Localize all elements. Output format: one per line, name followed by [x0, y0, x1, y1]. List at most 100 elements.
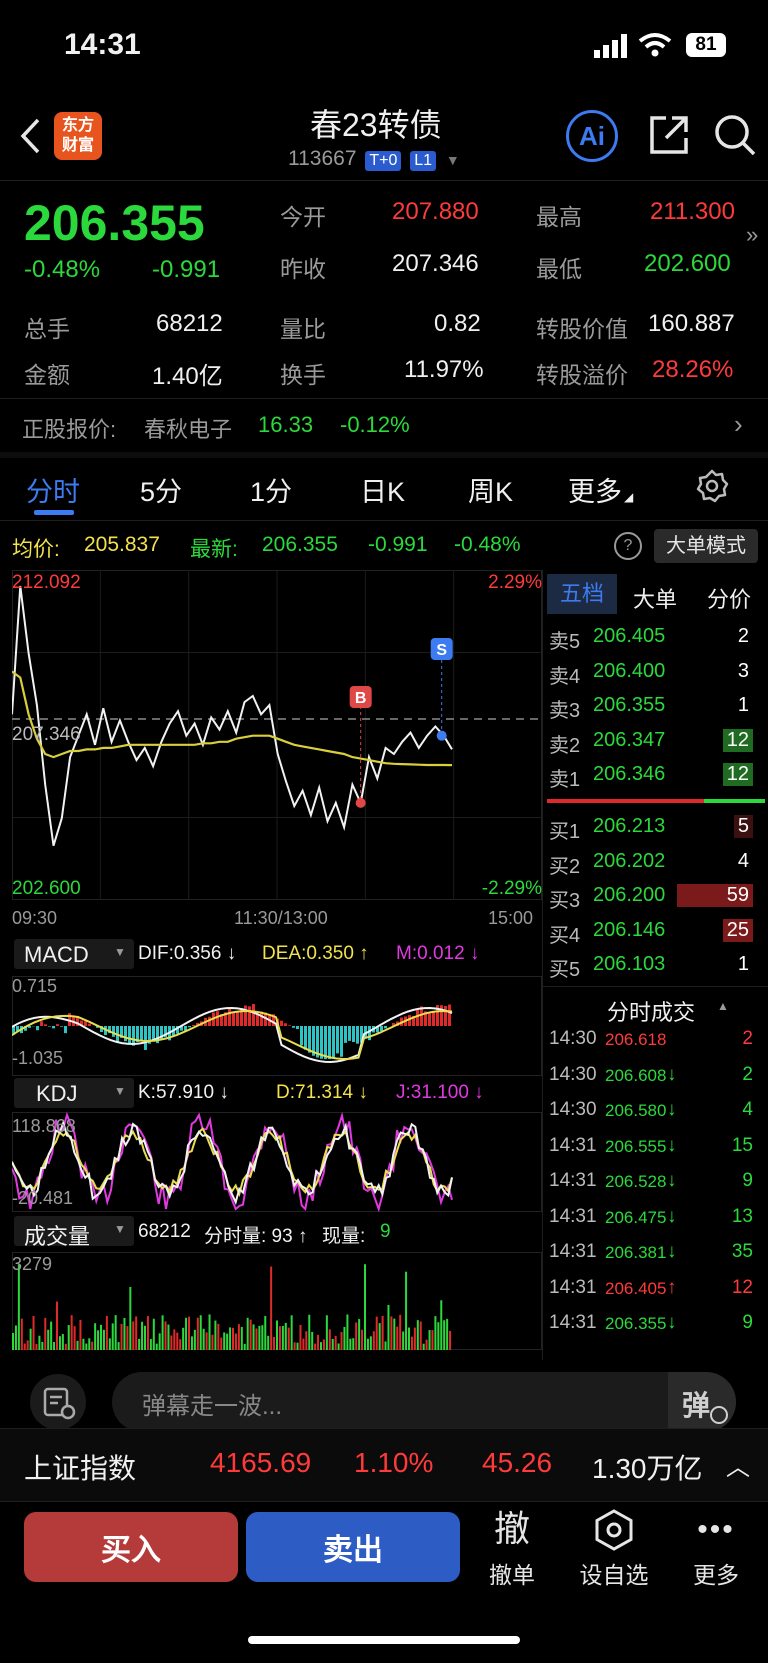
sell-level-row[interactable]: 卖3 206.355 1 [543, 689, 759, 723]
kdj-top: 118.868 [12, 1116, 76, 1136]
orderbook-tab-big[interactable]: 大单 [633, 582, 677, 614]
volume-bar [67, 1325, 70, 1350]
danmu-placeholder: 弹幕走一波... [142, 1393, 283, 1420]
tick-price: 206.618 [605, 1030, 667, 1049]
tab-weekly[interactable]: 周K [468, 470, 513, 509]
macd-bar [344, 1026, 347, 1043]
tick-price: 206.475 [605, 1207, 667, 1227]
danmu-input[interactable]: 弹幕走一波... 弹 [112, 1372, 736, 1432]
share-icon[interactable] [648, 114, 690, 156]
sell-level-row[interactable]: 卖1 206.346 12 [543, 758, 759, 792]
volume-bar [270, 1266, 273, 1350]
volume-bar [208, 1314, 211, 1350]
orderbook-tab-five[interactable]: 五档 [547, 574, 617, 614]
volume-bar [413, 1327, 416, 1350]
volume-bar [82, 1338, 85, 1350]
volume-bar [381, 1315, 384, 1350]
macd-bar [60, 1026, 63, 1027]
index-value: 4165.69 [210, 1447, 312, 1478]
level-label: 卖3 [549, 700, 581, 722]
intraday-chart[interactable]: BS 212.092 207.346 202.600 2.29% -2.29% [12, 570, 542, 900]
conversion-value-label: 转股价值 [536, 316, 628, 342]
orderbook-tab-price[interactable]: 分价 [707, 582, 751, 614]
volume-bar [408, 1327, 410, 1350]
sell-level-row[interactable]: 卖5 206.405 2 [543, 620, 759, 654]
macd-bar [448, 1004, 451, 1026]
level-label: 买1 [549, 821, 581, 843]
buy-level-row[interactable]: 买2 206.202 4 [543, 845, 759, 879]
settings-icon[interactable] [694, 468, 730, 504]
volume-bar [375, 1316, 378, 1350]
kdj-name: KDJ [36, 1081, 78, 1106]
danmu-toggle-button[interactable]: 弹 [668, 1372, 736, 1432]
tick-arrow: ↓ [667, 1134, 677, 1156]
tab-intraday[interactable]: 分时 [26, 470, 80, 509]
ticks-header[interactable]: 分时成交 ▲ [543, 986, 768, 1027]
volume-bar [387, 1304, 390, 1350]
back-icon[interactable] [18, 116, 42, 156]
t0-badge: T+0 [365, 151, 402, 171]
macd-bar [304, 1026, 307, 1050]
volume-bar [431, 1330, 434, 1350]
macd-dif: DIF:0.356 ↓ [138, 943, 237, 964]
volume-selector[interactable]: 成交量 ▼ [14, 1216, 134, 1249]
expand-quote-icon[interactable]: » [746, 222, 758, 248]
volume-bar [132, 1321, 135, 1350]
tick-row: 14:31 206.355 ↓ 9 [543, 1306, 759, 1342]
macd-bar [236, 1012, 239, 1026]
volume-bar [443, 1320, 446, 1350]
add-watchlist-button[interactable]: 设自选 [568, 1508, 660, 1590]
sell-level-row[interactable]: 卖2 206.347 12 [543, 724, 759, 758]
buy-level-row[interactable]: 买1 206.213 5 [543, 810, 759, 844]
search-icon[interactable] [712, 112, 758, 158]
buy-level-row[interactable]: 买4 206.146 25 [543, 914, 759, 948]
kdj-j: J:31.100 ↓ [396, 1082, 484, 1103]
sell-button[interactable]: 卖出 [246, 1512, 460, 1582]
open-label: 今开 [280, 204, 326, 230]
tab-more[interactable]: 更多 ◢ [568, 470, 633, 509]
macd-bar [440, 1005, 443, 1026]
buy-level-row[interactable]: 买3 206.200 59 [543, 879, 759, 913]
index-bar[interactable]: 上证指数 4165.69 1.10% 45.26 1.30万亿 ︿ [0, 1428, 768, 1502]
buy-level-row[interactable]: 买5 206.103 1 [543, 948, 759, 982]
volume-bar [176, 1332, 179, 1350]
low-value: 202.600 [644, 250, 731, 277]
macd-selector[interactable]: MACD ▼ [14, 939, 134, 969]
sell-level-row[interactable]: 卖4 206.400 3 [543, 655, 759, 689]
volume-bar [196, 1317, 199, 1350]
cancel-order-button[interactable]: 撤 撤单 [476, 1508, 548, 1590]
volume-bar [434, 1316, 437, 1350]
tab-more-label: 更多 [568, 477, 622, 507]
ai-button[interactable]: Ai [566, 110, 618, 162]
buy-button[interactable]: 买入 [24, 1512, 238, 1582]
tab-daily[interactable]: 日K [360, 470, 405, 509]
volume-bar [32, 1315, 35, 1350]
volume-bar [182, 1327, 185, 1350]
tick-list[interactable]: 14:30 206.618 2 14:30 206.608 ↓ 2 14:30 206.580 ↓… [543, 1022, 768, 1362]
kdj-selector[interactable]: KDJ ▼ [14, 1078, 134, 1108]
danmu-list-icon[interactable] [30, 1374, 86, 1430]
macd-bar [380, 1026, 383, 1031]
level-label: 买3 [549, 890, 581, 912]
x-axis-start: 09:30 [12, 908, 58, 928]
amount-value: 1.40亿 [152, 363, 223, 390]
tab-5min[interactable]: 5分 [140, 470, 182, 509]
page-title: 春23转债 [310, 107, 442, 143]
volume-bar [437, 1322, 440, 1350]
volume-bar [12, 1332, 14, 1350]
security-code-row[interactable]: 113667 T+0 L1 ▼ [288, 147, 460, 171]
help-icon[interactable]: ? [614, 532, 642, 560]
battery-icon: 81 [686, 33, 726, 57]
more-button[interactable]: ••• 更多 [680, 1508, 752, 1590]
tab-5min-label: 5分 [140, 477, 183, 507]
volume-chart-svg [12, 1252, 542, 1350]
volume-bar [364, 1264, 366, 1350]
chevron-up-icon[interactable]: ︿ [726, 1447, 750, 1482]
macd-bar [144, 1026, 147, 1050]
macd-bar [292, 1026, 295, 1028]
tab-1min[interactable]: 1分 [250, 470, 292, 509]
volume-bar [396, 1326, 399, 1350]
big-order-mode-button[interactable]: 大单模式 [654, 529, 758, 563]
volume-bar [422, 1343, 425, 1350]
underlying-row[interactable]: 正股报价: 春秋电子 16.33 -0.12% › [0, 399, 768, 451]
